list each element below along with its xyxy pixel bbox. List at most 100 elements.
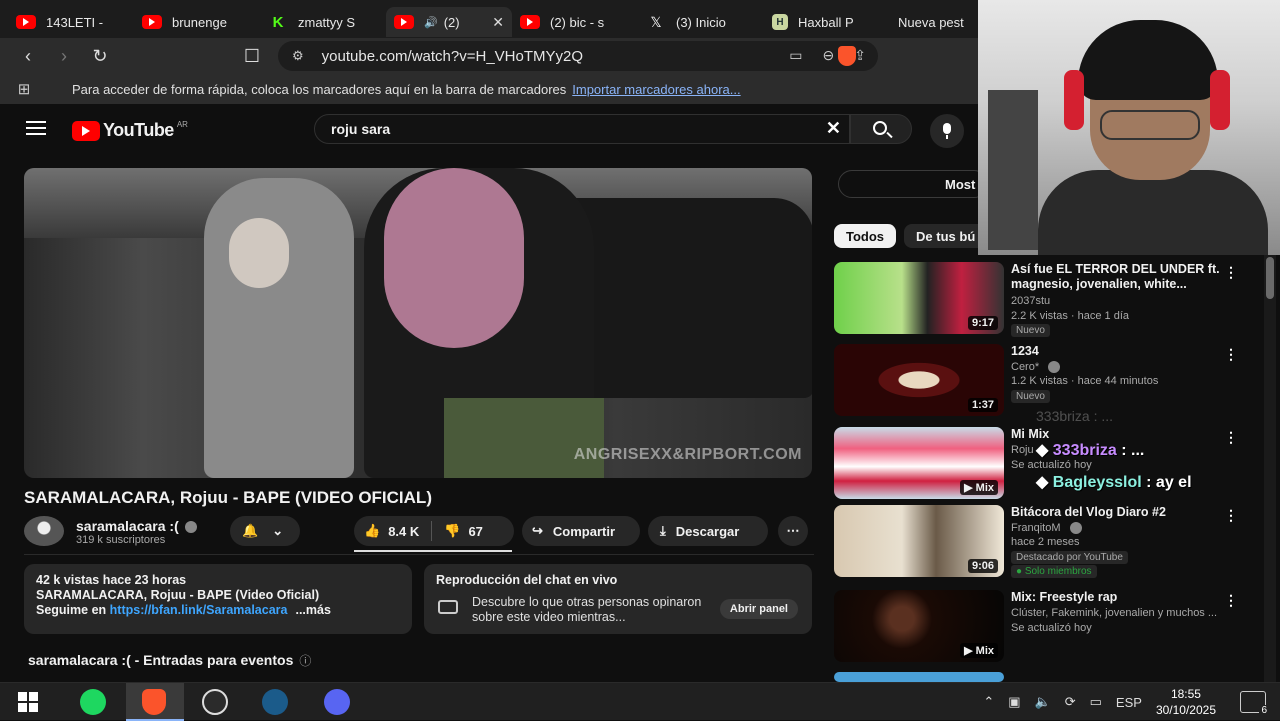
playlist-icon: ▶ bbox=[964, 645, 973, 657]
tray-app-icon[interactable]: ▣ bbox=[1008, 694, 1020, 710]
video-thumbnail[interactable] bbox=[834, 672, 1004, 682]
more-vertical-icon[interactable]: ⋮ bbox=[1224, 346, 1238, 363]
speaker-icon[interactable]: 🔊 bbox=[424, 16, 438, 29]
cast-icon[interactable]: ▭ bbox=[789, 47, 802, 64]
close-tab-icon[interactable]: ✕ bbox=[492, 14, 504, 31]
events-heading: saramalacara :( - Entradas para eventos ⓘ bbox=[28, 652, 311, 669]
mix-thumbnail[interactable]: ▶ Mix bbox=[834, 590, 1004, 662]
zoom-icon[interactable]: ⊖ bbox=[823, 47, 835, 64]
search-button[interactable] bbox=[850, 114, 912, 144]
open-panel-button[interactable]: Abrir panel bbox=[719, 599, 798, 619]
clear-search-icon[interactable]: ✕ bbox=[826, 118, 841, 139]
recommended-title: Mix: Freestyle rap bbox=[1011, 590, 1118, 604]
language-indicator[interactable]: ESP bbox=[1116, 695, 1142, 710]
browser-tab-active[interactable]: 🔊 (2) ✕ bbox=[386, 7, 512, 37]
obs-icon[interactable] bbox=[202, 689, 228, 715]
chip-from-searches[interactable]: De tus bú bbox=[904, 224, 988, 248]
browser-tab[interactable]: 𝕏 (3) Inicio bbox=[638, 7, 764, 37]
tab-label: brunenge bbox=[172, 14, 227, 30]
clock[interactable]: 18:55 30/10/2025 bbox=[1156, 686, 1216, 718]
video-thumbnail[interactable]: 9:06 bbox=[834, 505, 1004, 577]
network-icon[interactable]: ▭ bbox=[1090, 694, 1102, 710]
more-vertical-icon[interactable]: ⋮ bbox=[1224, 429, 1238, 446]
tab-label: Nueva pest bbox=[898, 14, 964, 30]
subscription-bell-button[interactable]: 🔔 ⌄ bbox=[230, 516, 300, 546]
import-bookmarks-link[interactable]: Importar marcadores ahora... bbox=[572, 82, 740, 97]
volume-icon[interactable]: 🔈 bbox=[1035, 694, 1051, 710]
browser-tab[interactable]: Kzmattyy S bbox=[260, 7, 386, 37]
tab-label: zmattyy S bbox=[298, 14, 356, 30]
more-vertical-icon[interactable]: ⋮ bbox=[1224, 507, 1238, 524]
chat-badge-icon: ◆ bbox=[1036, 474, 1049, 491]
windows-taskbar: ⌃ ▣ 🔈 ⟳ ▭ ESP 18:55 30/10/2025 6 bbox=[0, 682, 1280, 721]
spotify-icon[interactable] bbox=[80, 689, 106, 715]
show-more-button[interactable]: ...más bbox=[295, 603, 330, 617]
info-icon[interactable]: ⓘ bbox=[299, 654, 311, 668]
recommended-stats: Se actualizó hoy bbox=[1011, 622, 1092, 634]
browser-tab[interactable]: (2) bic - s bbox=[512, 7, 638, 37]
members-only-text: Solo miembros bbox=[1024, 566, 1092, 577]
video-thumbnail[interactable]: 1:37 bbox=[834, 344, 1004, 416]
browser-tab[interactable]: brunenge bbox=[134, 7, 260, 37]
chevron-up-icon[interactable]: ⌃ bbox=[983, 694, 994, 710]
recommended-video[interactable]: 9:06 Bitácora del Vlog Diaro #2 Franqito… bbox=[834, 505, 1274, 578]
chat-replay-title: Reproducción del chat en vivo bbox=[436, 573, 618, 587]
back-icon[interactable]: ‹ bbox=[10, 46, 46, 67]
more-vertical-icon[interactable]: ⋮ bbox=[1224, 592, 1238, 609]
brave-browser-icon[interactable] bbox=[142, 689, 166, 715]
more-actions-button[interactable]: ⋯ bbox=[778, 516, 808, 546]
voice-search-icon[interactable] bbox=[930, 114, 964, 148]
youtube-play-icon bbox=[72, 120, 100, 141]
mix-thumbnail[interactable]: ▶ Mix bbox=[834, 427, 1004, 499]
chat-username: Bagleysslol bbox=[1052, 474, 1142, 491]
video-player[interactable]: ANGRISEXX&RIPBORT.COM bbox=[24, 168, 812, 478]
youtube-logo[interactable]: YouTube AR bbox=[72, 120, 188, 141]
apps-grid-icon[interactable]: ⊞ bbox=[0, 80, 48, 98]
download-button[interactable]: ⤓ Descargar bbox=[648, 516, 768, 546]
dislike-icon[interactable]: 👎 bbox=[444, 523, 460, 539]
share-button[interactable]: ↪ Compartir bbox=[522, 516, 640, 546]
view-count-date: 42 k vistas hace 23 horas bbox=[36, 573, 187, 587]
scrollbar-thumb[interactable] bbox=[1266, 257, 1274, 299]
recommended-video[interactable]: 9:17 Así fue EL TERROR DEL UNDER ft. mag… bbox=[834, 262, 1274, 337]
site-settings-icon[interactable]: ⚙ bbox=[292, 48, 304, 64]
brave-shields-icon[interactable] bbox=[838, 46, 856, 66]
chip-all[interactable]: Todos bbox=[834, 224, 897, 248]
search-input[interactable]: roju sara ✕ bbox=[314, 114, 850, 144]
youtube-icon bbox=[142, 15, 162, 29]
recommended-video-partial[interactable] bbox=[834, 672, 1274, 682]
webcam-overlay bbox=[978, 0, 1280, 255]
browser-tab[interactable]: H Haxball P bbox=[764, 7, 890, 37]
forward-icon[interactable]: › bbox=[46, 46, 82, 67]
channel-avatar[interactable] bbox=[24, 516, 64, 546]
bookmark-icon[interactable]: ☐ bbox=[234, 46, 270, 67]
address-bar[interactable]: ⚙ youtube.com/watch?v=H_VHoTMYy2Q ▭ ⊖ ⇪ bbox=[278, 41, 878, 71]
sidebar-top-button[interactable]: Most bbox=[838, 170, 988, 198]
recommended-stats: 2.2 K vistas · hace 1 día bbox=[1011, 310, 1130, 322]
video-frame-face bbox=[229, 218, 289, 288]
windows-start-icon[interactable] bbox=[18, 692, 38, 712]
recommended-mix[interactable]: ▶ Mix Mix: Freestyle rap Clúster, Fakemi… bbox=[834, 590, 1274, 662]
video-thumbnail[interactable]: 9:17 bbox=[834, 262, 1004, 334]
more-vertical-icon[interactable]: ⋮ bbox=[1224, 264, 1238, 281]
like-icon[interactable]: 👍 bbox=[364, 523, 380, 539]
sidebar-scrollbar[interactable] bbox=[1264, 255, 1276, 682]
browser-tab[interactable]: 143LETI - bbox=[8, 7, 134, 37]
like-count[interactable]: 8.4 K bbox=[388, 524, 419, 539]
share-icon[interactable]: ⇪ bbox=[854, 47, 866, 64]
sync-icon[interactable]: ⟳ bbox=[1065, 694, 1076, 710]
description-box[interactable]: 42 k vistas hace 23 horas SARAMALACARA, … bbox=[24, 564, 412, 634]
discord-icon[interactable] bbox=[324, 689, 350, 715]
steam-icon[interactable] bbox=[262, 689, 288, 715]
recommended-video[interactable]: 1:37 1234 Cero* 1.2 K vistas · hace 44 m… bbox=[834, 344, 1274, 416]
reload-icon[interactable]: ↻ bbox=[82, 46, 118, 67]
tab-label: (2) bic - s bbox=[550, 14, 605, 30]
recommended-channel: Cero* bbox=[1011, 361, 1061, 374]
filter-chips: Todos De tus bú bbox=[834, 224, 988, 248]
channel-name[interactable]: saramalacara :( bbox=[76, 518, 197, 534]
events-text: saramalacara :( - Entradas para eventos bbox=[28, 652, 294, 668]
recommended-title: Bitácora del Vlog Diaro #2 bbox=[1011, 505, 1166, 519]
description-link[interactable]: https://bfan.link/Saramalacara bbox=[110, 603, 288, 617]
menu-icon[interactable] bbox=[26, 121, 46, 135]
notification-icon[interactable]: 6 bbox=[1240, 691, 1269, 716]
